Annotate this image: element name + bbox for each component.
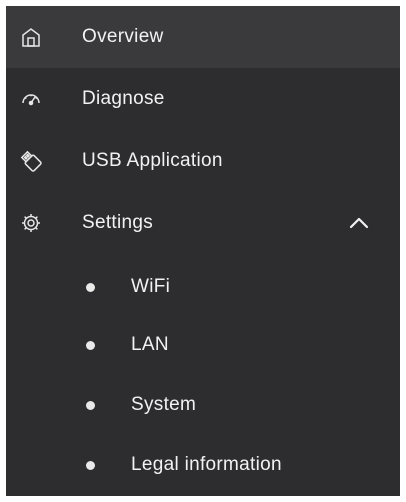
sidebar-menu: Overview Diagnose USB Application Settin… xyxy=(6,6,400,496)
submenu-item-label: Legal information xyxy=(131,454,282,475)
bullet-icon xyxy=(86,461,95,470)
sidebar-item-settings[interactable]: Settings xyxy=(6,192,400,254)
sidebar-item-label: Overview xyxy=(82,26,164,47)
submenu-item-legal-information[interactable]: Legal information xyxy=(6,436,400,494)
chevron-up-icon[interactable] xyxy=(344,212,374,234)
sidebar-item-label: Diagnose xyxy=(82,88,165,109)
submenu-item-label: LAN xyxy=(131,334,169,355)
usb-icon xyxy=(20,150,42,172)
submenu-item-wifi[interactable]: WiFi xyxy=(6,258,400,316)
sidebar-item-label: USB Application xyxy=(82,150,223,171)
gear-icon xyxy=(20,212,42,234)
submenu-item-lan[interactable]: LAN xyxy=(6,316,400,374)
sidebar-item-usb-application[interactable]: USB Application xyxy=(6,130,400,192)
sidebar-item-label: Settings xyxy=(82,212,154,233)
sidebar-item-overview[interactable]: Overview xyxy=(6,6,400,68)
sidebar-item-diagnose[interactable]: Diagnose xyxy=(6,68,400,130)
submenu-item-label: WiFi xyxy=(131,276,171,297)
submenu-item-label: System xyxy=(131,394,197,415)
bullet-icon xyxy=(86,341,95,350)
home-icon xyxy=(20,26,42,48)
bullet-icon xyxy=(86,401,95,410)
submenu-item-system[interactable]: System xyxy=(6,376,400,434)
speedometer-icon xyxy=(20,88,42,110)
bullet-icon xyxy=(86,283,95,292)
